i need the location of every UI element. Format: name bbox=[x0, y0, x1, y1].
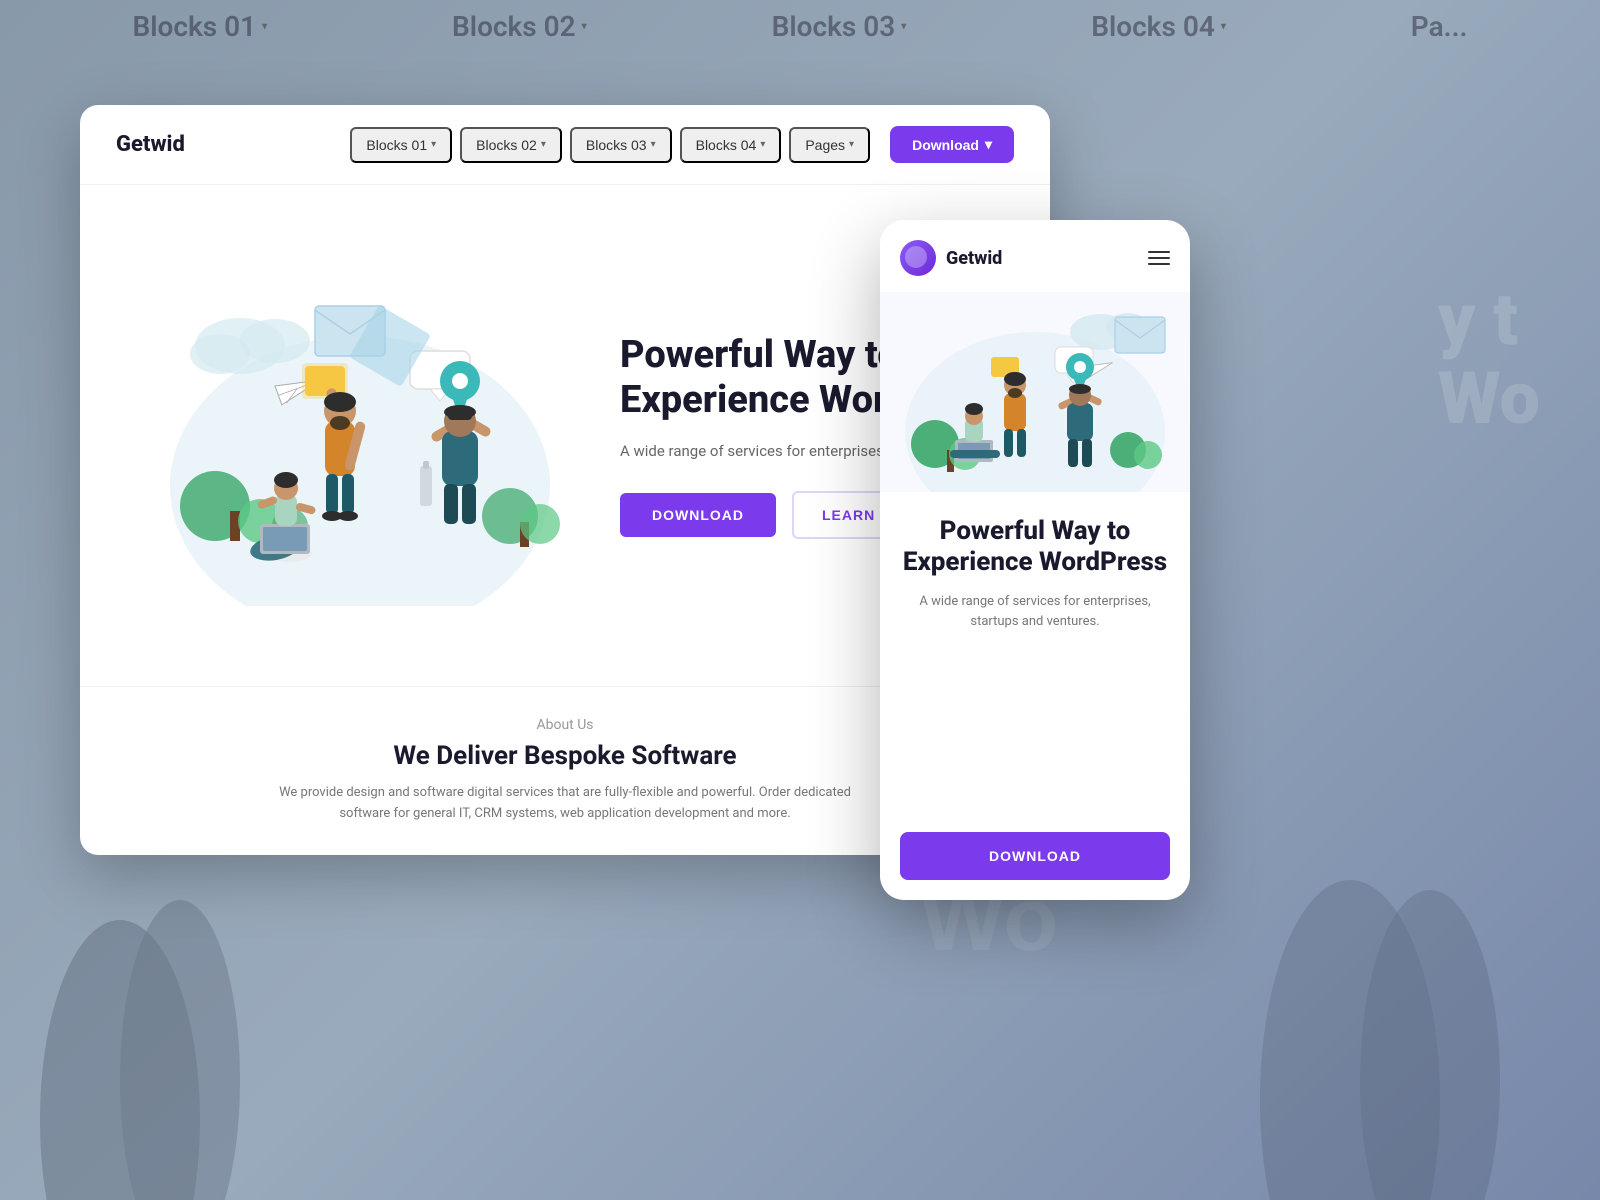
mobile-download-button[interactable]: DOWNLOAD bbox=[900, 832, 1170, 880]
bg-nav: Blocks 01 ▾ Blocks 02 ▾ Blocks 03 ▾ Bloc… bbox=[0, 0, 1600, 53]
hero-illustration bbox=[120, 266, 600, 606]
hero-download-button[interactable]: DOWNLOAD bbox=[620, 493, 776, 537]
chevron-icon-1: ▾ bbox=[431, 139, 436, 150]
about-title: We Deliver Bespoke Software bbox=[130, 741, 1000, 771]
nav-blocks01[interactable]: Blocks 01 ▾ bbox=[350, 127, 452, 163]
mobile-hero-image bbox=[880, 292, 1190, 492]
chevron-icon-4: ▾ bbox=[760, 139, 765, 150]
bg-hero-text: y tWo bbox=[1438, 280, 1540, 438]
download-button[interactable]: Download ▾ bbox=[890, 126, 1014, 163]
bg-nav-item-3: Blocks 03 ▾ bbox=[772, 10, 907, 43]
hamburger-line-1 bbox=[1148, 251, 1170, 253]
mobile-card: Getwid bbox=[880, 220, 1190, 900]
mobile-logo-text: Getwid bbox=[946, 248, 1148, 269]
mobile-navbar: Getwid bbox=[880, 220, 1190, 292]
chevron-icon-2: ▾ bbox=[541, 139, 546, 150]
about-description: We provide design and software digital s… bbox=[275, 783, 855, 825]
bg-nav-item-5: Pa... bbox=[1411, 10, 1468, 43]
mobile-logo-icon bbox=[900, 240, 936, 276]
hamburger-menu[interactable] bbox=[1148, 251, 1170, 265]
hamburger-line-3 bbox=[1148, 263, 1170, 265]
desktop-navbar: Getwid Blocks 01 ▾ Blocks 02 ▾ Blocks 03… bbox=[80, 105, 1050, 185]
about-label: About Us bbox=[130, 717, 1000, 733]
nav-blocks02[interactable]: Blocks 02 ▾ bbox=[460, 127, 562, 163]
nav-blocks04[interactable]: Blocks 04 ▾ bbox=[680, 127, 782, 163]
mobile-hero-subtitle: A wide range of services for enterprises… bbox=[900, 592, 1170, 631]
nav-pages[interactable]: Pages ▾ bbox=[789, 127, 870, 163]
hamburger-line-2 bbox=[1148, 257, 1170, 259]
chevron-down-icon: ▾ bbox=[985, 136, 992, 153]
chevron-icon-3: ▾ bbox=[651, 139, 656, 150]
bg-nav-item-2: Blocks 02 ▾ bbox=[452, 10, 587, 43]
chevron-icon-5: ▾ bbox=[849, 139, 854, 150]
nav-blocks03[interactable]: Blocks 03 ▾ bbox=[570, 127, 672, 163]
bg-nav-item-4: Blocks 04 ▾ bbox=[1091, 10, 1226, 43]
mobile-hero-title: Powerful Way to Experience WordPress bbox=[900, 516, 1170, 578]
bg-nav-item-1: Blocks 01 ▾ bbox=[132, 10, 267, 43]
desktop-logo: Getwid bbox=[116, 132, 185, 157]
desktop-nav-links: Blocks 01 ▾ Blocks 02 ▾ Blocks 03 ▾ Bloc… bbox=[350, 126, 1014, 163]
